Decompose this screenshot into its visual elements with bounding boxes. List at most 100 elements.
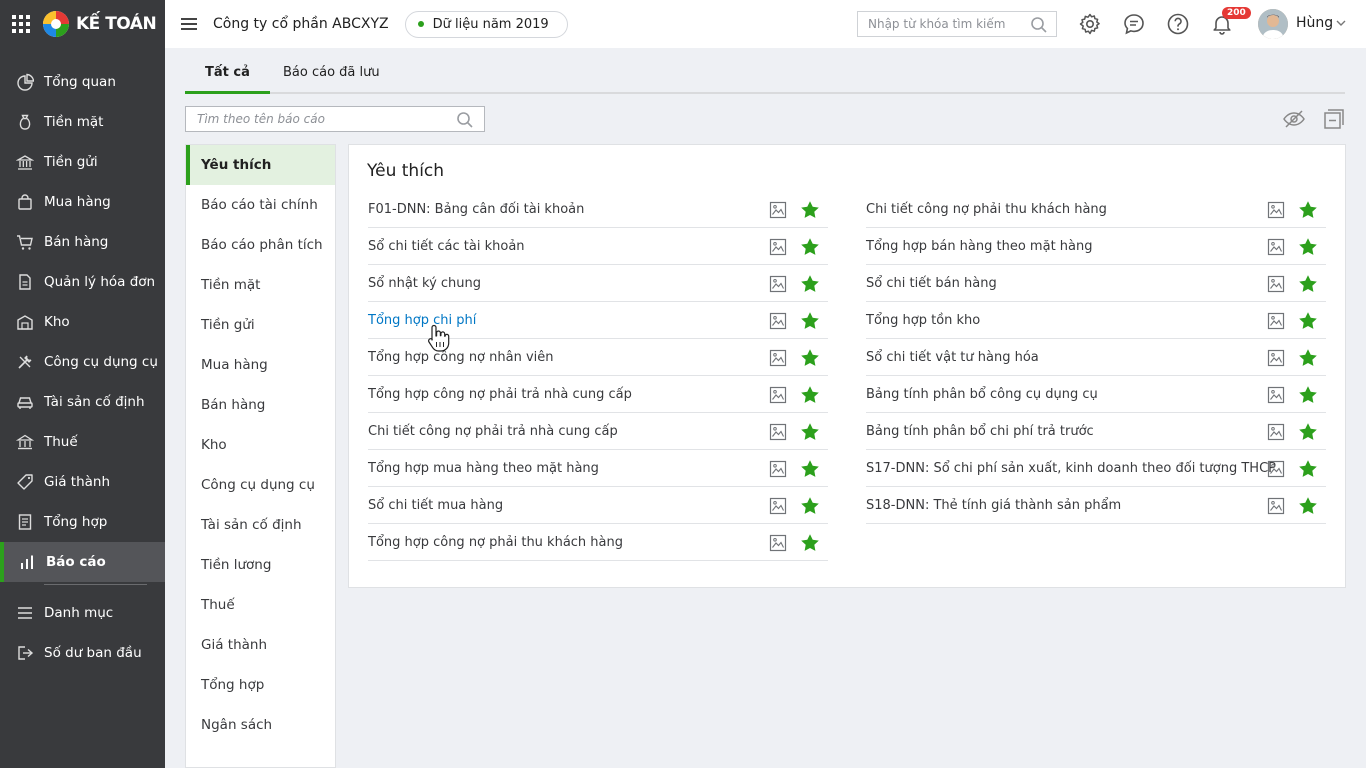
image-preview-icon[interactable] <box>769 349 787 367</box>
star-icon[interactable] <box>1298 422 1318 442</box>
star-icon[interactable] <box>1298 311 1318 331</box>
chat-icon[interactable] <box>1122 12 1146 36</box>
category-item[interactable]: Công cụ dụng cụ <box>186 465 335 505</box>
report-link[interactable]: Sổ chi tiết mua hàng <box>368 498 503 513</box>
image-preview-icon[interactable] <box>1267 423 1285 441</box>
report-link[interactable]: Tổng hợp tồn kho <box>866 313 980 328</box>
sidebar-item-items-9[interactable]: Thuế <box>0 422 165 462</box>
category-item[interactable]: Báo cáo tài chính <box>186 185 335 225</box>
star-icon[interactable] <box>1298 274 1318 294</box>
menu-icon[interactable] <box>181 15 197 33</box>
image-preview-icon[interactable] <box>1267 386 1285 404</box>
category-item[interactable]: Báo cáo phân tích <box>186 225 335 265</box>
star-icon[interactable] <box>1298 348 1318 368</box>
image-preview-icon[interactable] <box>769 386 787 404</box>
image-preview-icon[interactable] <box>1267 497 1285 515</box>
image-preview-icon[interactable] <box>1267 275 1285 293</box>
category-item[interactable]: Bán hàng <box>186 385 335 425</box>
image-preview-icon[interactable] <box>769 275 787 293</box>
report-link[interactable]: S18-DNN: Thẻ tính giá thành sản phẩm <box>866 498 1121 513</box>
year-selector[interactable]: Dữ liệu năm 2019 <box>404 10 568 38</box>
report-link[interactable]: Tổng hợp mua hàng theo mặt hàng <box>368 461 599 476</box>
star-icon[interactable] <box>800 533 820 553</box>
report-link[interactable]: F01-DNN: Bảng cân đối tài khoản <box>368 202 584 217</box>
image-preview-icon[interactable] <box>1267 460 1285 478</box>
image-preview-icon[interactable] <box>769 423 787 441</box>
sidebar-item-items2-0[interactable]: Danh mục <box>0 593 165 633</box>
report-link[interactable]: Tổng hợp công nợ phải thu khách hàng <box>368 535 623 550</box>
star-icon[interactable] <box>800 459 820 479</box>
sidebar-item-items2-1[interactable]: Số dư ban đầu <box>0 633 165 673</box>
category-item[interactable]: Tiền gửi <box>186 305 335 345</box>
star-icon[interactable] <box>1298 385 1318 405</box>
sidebar-item-items-7[interactable]: Công cụ dụng cụ <box>0 342 165 382</box>
image-preview-icon[interactable] <box>769 312 787 330</box>
sidebar-item-items-12[interactable]: Báo cáo <box>0 542 165 582</box>
sidebar-item-items-3[interactable]: Mua hàng <box>0 182 165 222</box>
app-grid-icon[interactable] <box>12 15 30 33</box>
tab-all[interactable]: Tất cả <box>185 59 270 94</box>
report-link[interactable]: Tổng hợp công nợ phải trả nhà cung cấp <box>368 387 632 402</box>
category-item[interactable]: Thuế <box>186 585 335 625</box>
report-link[interactable]: Tổng hợp chi phí <box>368 313 476 328</box>
star-icon[interactable] <box>800 385 820 405</box>
report-link[interactable]: Sổ chi tiết vật tư hàng hóa <box>866 350 1039 365</box>
star-icon[interactable] <box>1298 496 1318 516</box>
report-link[interactable]: Sổ nhật ký chung <box>368 276 481 291</box>
report-link[interactable]: Chi tiết công nợ phải thu khách hàng <box>866 202 1107 217</box>
report-link[interactable]: Tổng hợp công nợ nhân viên <box>368 350 554 365</box>
category-item[interactable]: Mua hàng <box>186 345 335 385</box>
category-item[interactable]: Giá thành <box>186 625 335 665</box>
chevron-down-icon[interactable] <box>1336 18 1346 28</box>
report-link[interactable]: Bảng tính phân bổ công cụ dụng cụ <box>866 387 1098 402</box>
category-item[interactable]: Tiền mặt <box>186 265 335 305</box>
report-search-input[interactable]: Tìm theo tên báo cáo <box>185 106 485 132</box>
category-item[interactable]: Ngân sách <box>186 705 335 745</box>
avatar[interactable] <box>1258 9 1288 39</box>
image-preview-icon[interactable] <box>769 497 787 515</box>
image-preview-icon[interactable] <box>769 534 787 552</box>
category-item[interactable]: Tổng hợp <box>186 665 335 705</box>
star-icon[interactable] <box>1298 459 1318 479</box>
report-link[interactable]: Tổng hợp bán hàng theo mặt hàng <box>866 239 1093 254</box>
star-icon[interactable] <box>800 274 820 294</box>
image-preview-icon[interactable] <box>1267 349 1285 367</box>
image-preview-icon[interactable] <box>769 460 787 478</box>
image-preview-icon[interactable] <box>1267 312 1285 330</box>
star-icon[interactable] <box>800 311 820 331</box>
sidebar-item-items-6[interactable]: Kho <box>0 302 165 342</box>
star-icon[interactable] <box>1298 237 1318 257</box>
image-preview-icon[interactable] <box>769 201 787 219</box>
category-item[interactable]: Tiền lương <box>186 545 335 585</box>
star-icon[interactable] <box>800 348 820 368</box>
global-search-input[interactable]: Nhập từ khóa tìm kiếm <box>857 11 1057 37</box>
star-icon[interactable] <box>800 200 820 220</box>
star-icon[interactable] <box>800 422 820 442</box>
sidebar-item-items-8[interactable]: Tài sản cố định <box>0 382 165 422</box>
category-item[interactable]: Yêu thích <box>186 145 335 185</box>
report-link[interactable]: Chi tiết công nợ phải trả nhà cung cấp <box>368 424 618 439</box>
sidebar-item-items-2[interactable]: Tiền gửi <box>0 142 165 182</box>
help-icon[interactable] <box>1166 12 1190 36</box>
sidebar-item-items-4[interactable]: Bán hàng <box>0 222 165 262</box>
star-icon[interactable] <box>1298 200 1318 220</box>
sidebar-item-items-0[interactable]: Tổng quan <box>0 62 165 102</box>
image-preview-icon[interactable] <box>1267 238 1285 256</box>
report-link[interactable]: Bảng tính phân bổ chi phí trả trước <box>866 424 1094 439</box>
collapse-icon[interactable] <box>1322 107 1346 131</box>
category-item[interactable]: Kho <box>186 425 335 465</box>
sidebar-item-items-11[interactable]: Tổng hợp <box>0 502 165 542</box>
sidebar-item-items-5[interactable]: Quản lý hóa đơn <box>0 262 165 302</box>
user-name[interactable]: Hùng <box>1296 15 1333 31</box>
report-link[interactable]: Sổ chi tiết các tài khoản <box>368 239 525 254</box>
tab-saved-reports[interactable]: Báo cáo đã lưu <box>283 59 380 94</box>
eye-off-icon[interactable] <box>1282 107 1306 131</box>
star-icon[interactable] <box>800 496 820 516</box>
category-item[interactable]: Tài sản cố định <box>186 505 335 545</box>
image-preview-icon[interactable] <box>1267 201 1285 219</box>
report-link[interactable]: Sổ chi tiết bán hàng <box>866 276 997 291</box>
sidebar-item-items-10[interactable]: Giá thành <box>0 462 165 502</box>
report-link[interactable]: S17-DNN: Sổ chi phí sản xuất, kinh doanh… <box>866 461 1276 476</box>
image-preview-icon[interactable] <box>769 238 787 256</box>
gear-icon[interactable] <box>1078 12 1102 36</box>
